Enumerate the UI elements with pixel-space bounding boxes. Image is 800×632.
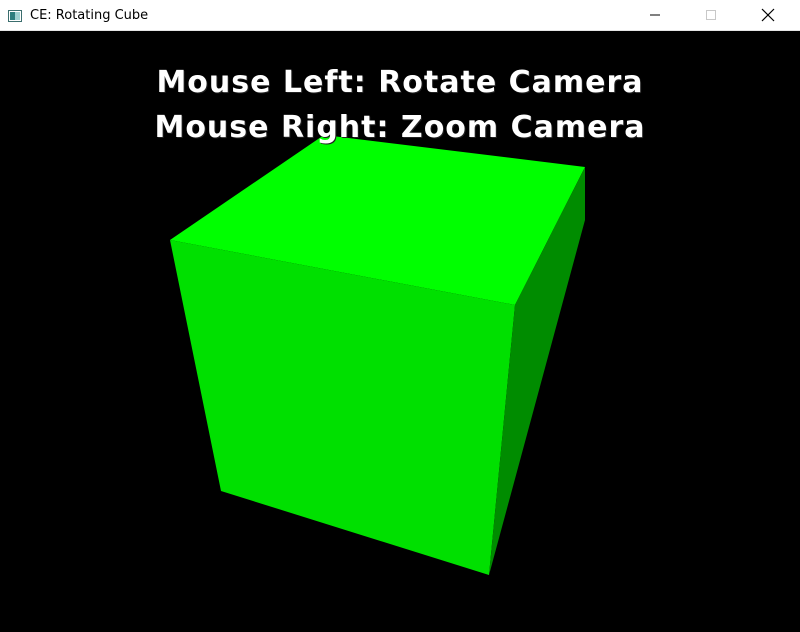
maximize-icon: [706, 10, 716, 20]
maximize-button[interactable]: [688, 0, 734, 30]
close-icon: [761, 8, 775, 22]
hud-rotate-hint: Mouse Left: Rotate Camera: [156, 65, 644, 100]
minimize-button[interactable]: [632, 0, 678, 30]
hud-zoom-hint: Mouse Right: Zoom Camera: [154, 110, 646, 145]
window-title: CE: Rotating Cube: [30, 8, 149, 23]
close-button[interactable]: [745, 0, 791, 30]
app-window: CE: Rotating Cube Mouse Left: Rotate Cam…: [0, 0, 800, 632]
render-viewport[interactable]: Mouse Left: Rotate Camera Mouse Right: Z…: [0, 31, 800, 632]
app-icon: [8, 8, 22, 22]
minimize-icon: [650, 14, 660, 16]
title-bar[interactable]: CE: Rotating Cube: [0, 0, 800, 31]
